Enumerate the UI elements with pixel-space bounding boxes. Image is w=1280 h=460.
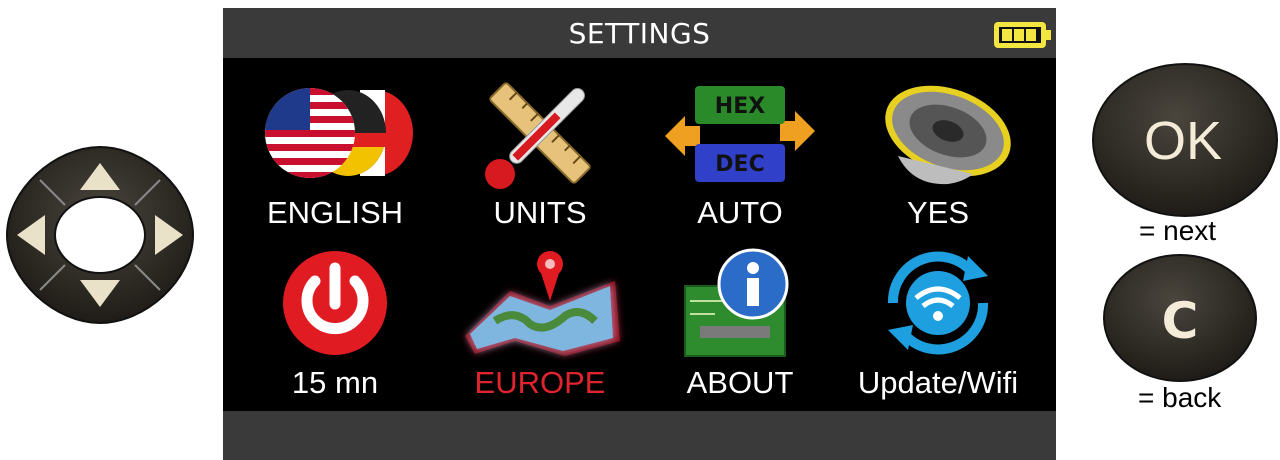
setting-about-label: ABOUT xyxy=(686,365,794,400)
speaker-icon xyxy=(885,85,1011,185)
power-icon xyxy=(283,251,387,355)
arrow-right-icon[interactable] xyxy=(155,215,183,255)
arrow-left-icon[interactable] xyxy=(17,215,45,255)
dpad[interactable] xyxy=(5,145,195,325)
setting-update-wifi-label: Update/Wifi xyxy=(857,365,1019,400)
setting-units-label: UNITS xyxy=(493,195,587,230)
device-screen: SETTINGS ENGLISH UNITS HEX DEC AUTO YES … xyxy=(223,8,1056,460)
hex-text: HEX xyxy=(715,94,765,119)
language-flags-icon xyxy=(265,88,413,178)
info-circuit-icon xyxy=(684,248,789,357)
setting-number-format[interactable]: HEX DEC AUTO xyxy=(640,76,840,231)
c-button-label: C xyxy=(1162,292,1199,350)
setting-update-wifi[interactable]: Update/Wifi xyxy=(838,246,1038,401)
bottom-bar xyxy=(223,411,1056,460)
setting-region-label: EUROPE xyxy=(474,365,606,400)
settings-grid: ENGLISH UNITS HEX DEC AUTO YES 15 mn EUR… xyxy=(223,58,1056,411)
setting-language-label: ENGLISH xyxy=(266,195,404,230)
arrow-up-icon[interactable] xyxy=(80,163,120,190)
setting-number-format-label: AUTO xyxy=(697,195,783,230)
title-bar: SETTINGS xyxy=(223,8,1056,58)
setting-language[interactable]: ENGLISH xyxy=(235,76,435,231)
units-ruler-thermometer-icon xyxy=(485,82,591,189)
screen-title: SETTINGS xyxy=(568,17,711,50)
setting-power-off-label: 15 mn xyxy=(291,365,379,400)
hex-dec-toggle-icon: HEX DEC xyxy=(665,86,815,182)
battery-full-icon xyxy=(994,22,1051,48)
setting-region[interactable]: EUROPE xyxy=(440,246,640,401)
c-caption: = back xyxy=(1138,382,1222,413)
setting-sound[interactable]: YES xyxy=(838,76,1038,231)
setting-about[interactable]: ABOUT xyxy=(640,246,840,401)
dec-text: DEC xyxy=(715,152,764,177)
setting-sound-label: YES xyxy=(906,195,970,230)
ok-caption: = next xyxy=(1139,215,1217,246)
wifi-update-icon xyxy=(887,251,989,355)
setting-units[interactable]: UNITS xyxy=(440,76,640,231)
map-pin-icon xyxy=(465,251,620,356)
ok-button-label: OK xyxy=(1144,111,1222,171)
ok-button[interactable]: OK xyxy=(1090,60,1280,220)
c-button[interactable]: C xyxy=(1100,250,1260,385)
setting-power-off[interactable]: 15 mn xyxy=(235,246,435,401)
arrow-down-icon[interactable] xyxy=(80,280,120,307)
